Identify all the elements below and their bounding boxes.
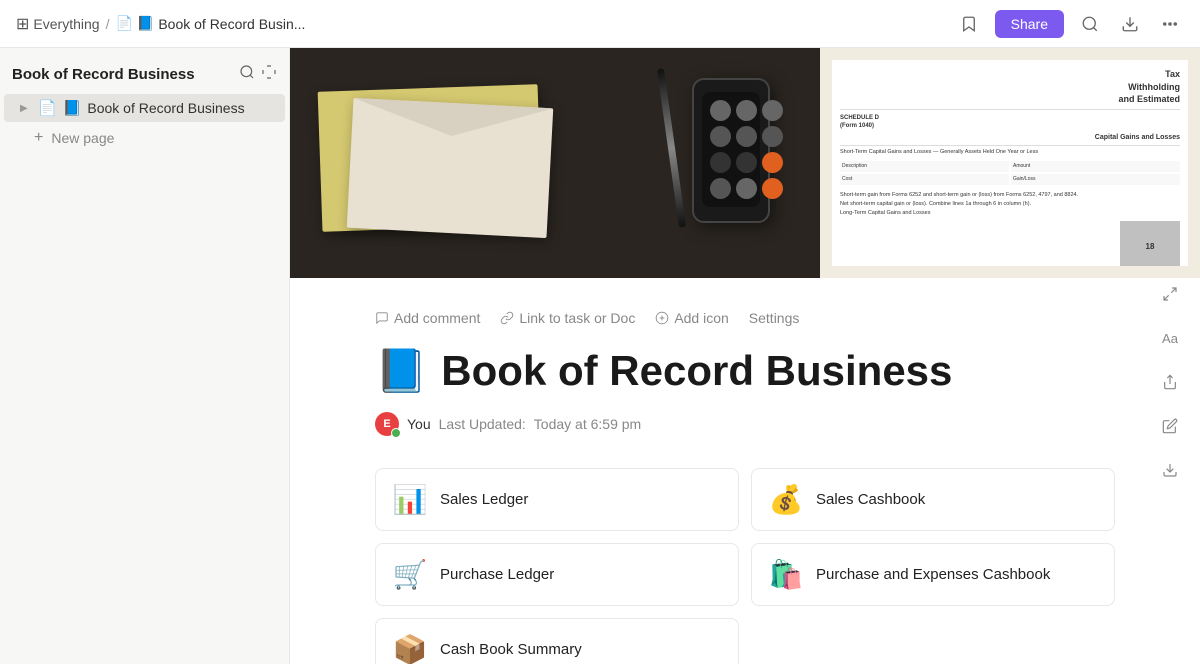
page-title-row: 📘 Book of Record Business — [375, 346, 1115, 396]
sidebar-header-icons — [239, 64, 277, 85]
doc-breadcrumb[interactable]: 📄 📘 Book of Record Busin... — [115, 15, 305, 32]
export-right-button[interactable] — [1156, 456, 1184, 484]
author-row: E You Last Updated: Today at 6:59 pm — [375, 412, 1115, 436]
author-name: You — [407, 416, 431, 432]
page-title: Book of Record Business — [441, 346, 952, 396]
workspace-breadcrumb[interactable]: ⊞ Everything — [16, 14, 100, 34]
purchase-ledger-icon: 🛒 — [392, 558, 428, 591]
pen — [657, 68, 686, 227]
envelope-flap — [351, 98, 554, 163]
tax-document: TaxWithholdingand Estimated SCHEDULE D(F… — [832, 60, 1188, 266]
doc-card-sales-ledger[interactable]: 📊 Sales Ledger — [375, 468, 739, 531]
sales-cashbook-icon: 💰 — [768, 483, 804, 516]
doc-card-purchase-expenses[interactable]: 🛍️ Purchase and Expenses Cashbook — [751, 543, 1115, 606]
bookmark-button[interactable] — [955, 10, 983, 38]
tax-instructions: Short-Term Capital Gains and Losses — Ge… — [840, 149, 1180, 157]
new-page-label: New page — [51, 130, 114, 146]
envelope-white — [347, 98, 554, 238]
doc-toolbar: Add comment Link to task or Doc Add icon… — [375, 310, 1115, 326]
share-right-button[interactable] — [1156, 368, 1184, 396]
last-updated-label: Last Updated: — [439, 416, 526, 432]
tax-cell-1: Description — [840, 161, 1009, 172]
doc-card-purchase-ledger[interactable]: 🛒 Purchase Ledger — [375, 543, 739, 606]
topbar-actions: Share — [955, 10, 1184, 38]
sales-ledger-icon: 📊 — [392, 483, 428, 516]
doc-card-sales-cashbook[interactable]: 💰 Sales Cashbook — [751, 468, 1115, 531]
page-content: Add comment Link to task or Doc Add icon… — [315, 278, 1175, 664]
page-emoji: 📘 — [375, 347, 427, 396]
cashbook-summary-label: Cash Book Summary — [440, 641, 582, 658]
sidebar-search-button[interactable] — [239, 64, 255, 85]
author-avatar: E — [375, 412, 399, 436]
doc-card-cashbook-summary[interactable]: 📦 Cash Book Summary — [375, 618, 739, 664]
online-badge — [391, 428, 401, 438]
more-button[interactable] — [1156, 10, 1184, 38]
workspace-label: Everything — [33, 16, 99, 32]
sidebar-chevron-icon: ▶ — [20, 103, 32, 114]
edit-right-button[interactable] — [1156, 412, 1184, 440]
tax-cell-4: Gain/Loss — [1011, 174, 1180, 185]
doc-breadcrumb-icon2: 📘 — [137, 15, 154, 32]
tax-section: SCHEDULE D(Form 1040) — [840, 114, 1180, 131]
app-icon: ⊞ — [16, 14, 29, 34]
purchase-ledger-label: Purchase Ledger — [440, 566, 554, 583]
tax-year-box: 18 — [1120, 221, 1180, 266]
tax-year: Capital Gains and Losses — [840, 133, 1180, 143]
cashbook-summary-icon: 📦 — [392, 633, 428, 664]
sidebar-collapse-button[interactable] — [261, 64, 277, 85]
sidebar-item-label: Book of Record Business — [87, 100, 244, 116]
tax-grid: Description Amount Cost Gain/Loss — [840, 161, 1180, 185]
sidebar-item-book-record[interactable]: ▶ 📄 📘 Book of Record Business — [4, 94, 285, 122]
sidebar-item-emoji: 📘 — [63, 99, 82, 117]
tax-title: TaxWithholdingand Estimated — [840, 68, 1180, 106]
share-button[interactable]: Share — [995, 10, 1064, 38]
link-to-task-button[interactable]: Link to task or Doc — [500, 310, 635, 326]
content-area: TaxWithholdingand Estimated SCHEDULE D(F… — [290, 48, 1200, 664]
doc-breadcrumb-icon: 📄 — [115, 15, 132, 32]
sales-cashbook-label: Sales Cashbook — [816, 491, 925, 508]
doc-grid: 📊 Sales Ledger 💰 Sales Cashbook 🛒 Purcha… — [375, 468, 1115, 664]
add-comment-button[interactable]: Add comment — [375, 310, 480, 326]
sales-ledger-label: Sales Ledger — [440, 491, 528, 508]
tax-details: Short-term gain from Forms 6252 and shor… — [840, 191, 1180, 217]
last-updated-value: Today at 6:59 pm — [534, 416, 641, 432]
purchase-expenses-icon: 🛍️ — [768, 558, 804, 591]
cover-left — [290, 48, 820, 278]
purchase-expenses-label: Purchase and Expenses Cashbook — [816, 566, 1050, 583]
font-label: Aa — [1162, 331, 1178, 346]
cover-right: TaxWithholdingand Estimated SCHEDULE D(F… — [820, 48, 1200, 278]
download-button[interactable] — [1116, 10, 1144, 38]
sidebar-doc-type-icon: 📄 — [38, 99, 57, 117]
expand-button[interactable] — [1156, 280, 1184, 308]
phone — [692, 78, 770, 223]
plus-icon: + — [34, 129, 43, 147]
topbar: ⊞ Everything / 📄 📘 Book of Record Busin.… — [0, 0, 1200, 48]
tax-cell-2: Amount — [1011, 161, 1180, 172]
main-layout: Book of Record Business ▶ 📄 📘 Book of Re… — [0, 48, 1200, 664]
search-button[interactable] — [1076, 10, 1104, 38]
breadcrumb: ⊞ Everything / 📄 📘 Book of Record Busin.… — [16, 14, 305, 34]
settings-button[interactable]: Settings — [749, 310, 800, 326]
font-button[interactable]: Aa — [1156, 324, 1184, 352]
phone-screen — [702, 92, 760, 207]
new-page-button[interactable]: + New page — [4, 124, 285, 152]
tax-cell-3: Cost — [840, 174, 1009, 185]
doc-breadcrumb-title: Book of Record Busin... — [158, 16, 305, 32]
cover-image: TaxWithholdingand Estimated SCHEDULE D(F… — [290, 48, 1200, 278]
sidebar-title: Book of Record Business — [12, 66, 195, 83]
breadcrumb-separator: / — [106, 16, 110, 32]
sidebar-header: Book of Record Business — [0, 56, 289, 93]
add-icon-button[interactable]: Add icon — [655, 310, 728, 326]
sidebar: Book of Record Business ▶ 📄 📘 Book of Re… — [0, 48, 290, 664]
right-toolbar: Aa — [1156, 280, 1184, 484]
